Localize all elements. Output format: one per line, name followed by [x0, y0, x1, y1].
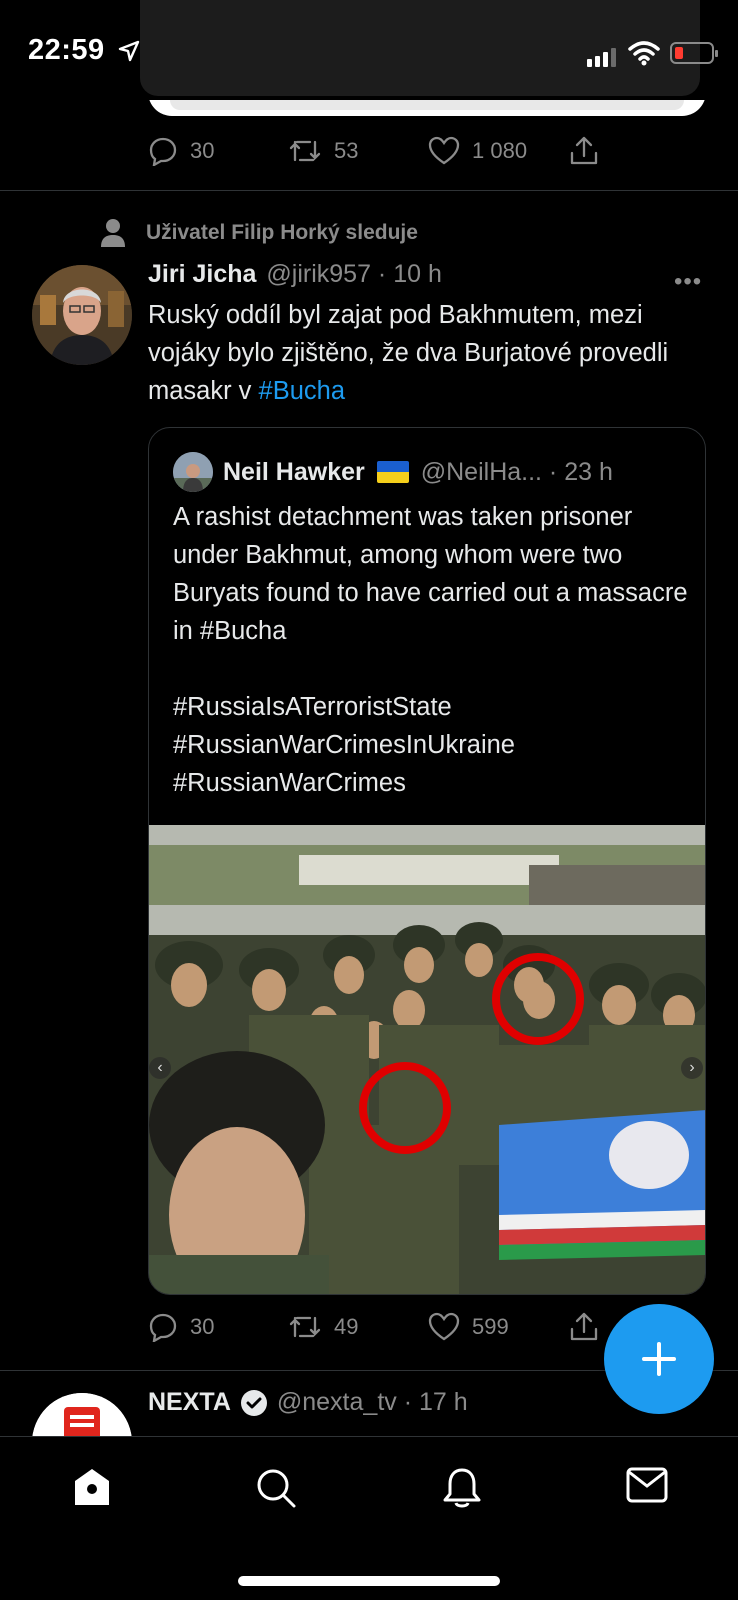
divider [0, 190, 738, 191]
retweet-count: 49 [334, 1314, 359, 1339]
tweet-text: Ruský oddíl byl zajat pod Bakhmutem, mez… [148, 296, 718, 410]
social-context-text: Uživatel Filip Horký sleduje [146, 221, 418, 244]
quoted-avatar [173, 452, 213, 492]
carousel-next-button[interactable]: › [681, 1057, 703, 1079]
status-bar: 22:59 [0, 0, 738, 100]
like-count: 1 080 [472, 138, 528, 163]
heart-icon [428, 1312, 460, 1341]
quoted-tweet[interactable]: Neil Hawker @NeilHa... · 23 h A rashist … [148, 427, 706, 1295]
next-tweet-header: NEXTA @nexta_tv · 17 h [148, 1388, 468, 1417]
social-context[interactable]: Uživatel Filip Horký sleduje [100, 218, 418, 248]
soldiers-photo [149, 825, 705, 1294]
avatar[interactable] [32, 265, 132, 365]
avatar-photo [32, 265, 132, 365]
reply-button[interactable]: 30 [148, 1312, 288, 1342]
quoted-tweet-text: A rashist detachment was taken prisoner … [173, 503, 688, 797]
share-button[interactable] [568, 135, 612, 167]
status-time: 22:59 [28, 34, 105, 66]
person-icon [101, 219, 125, 247]
wifi-icon [628, 41, 660, 66]
cellular-signal-icon [587, 48, 616, 67]
heart-icon [428, 136, 460, 165]
like-button[interactable]: 1 080 [428, 136, 568, 166]
retweet-count: 53 [334, 138, 359, 163]
previous-tweet-actions: 30 53 1 080 [148, 131, 612, 171]
more-options-icon[interactable]: ••• [674, 268, 702, 296]
like-button[interactable]: 599 [428, 1312, 568, 1342]
reply-count: 30 [190, 1314, 215, 1339]
status-background [140, 0, 700, 96]
tweet-actions: 30 49 599 [148, 1307, 612, 1347]
ukraine-flag-icon [376, 461, 409, 483]
reply-icon [149, 1313, 177, 1342]
quoted-handle-time: @NeilHa... · 23 h [420, 457, 613, 486]
retweet-button[interactable]: 53 [288, 136, 428, 166]
like-count: 599 [472, 1314, 509, 1339]
reply-icon [149, 137, 177, 166]
retweet-icon [289, 140, 321, 162]
quoted-author-name: Neil Hawker [223, 457, 365, 486]
mail-icon[interactable] [626, 1467, 668, 1503]
quoted-tweet-header: Neil Hawker @NeilHa... · 23 h [173, 452, 613, 492]
home-indicator [238, 1576, 500, 1586]
share-icon [570, 136, 598, 165]
location-arrow-icon [118, 40, 140, 62]
tweet-photo[interactable]: ‹ › [149, 825, 705, 1294]
author-name[interactable]: Jiri Jicha [148, 260, 256, 289]
share-icon [570, 1312, 598, 1341]
bell-icon[interactable] [442, 1467, 482, 1509]
author-handle-time[interactable]: @jirik957 · 10 h [266, 260, 441, 289]
hashtag-link[interactable]: #Bucha [259, 377, 346, 405]
home-icon[interactable] [72, 1467, 112, 1507]
verified-badge-icon [240, 1389, 267, 1416]
retweet-icon [289, 1316, 321, 1338]
next-author-name[interactable]: NEXTA [148, 1388, 231, 1417]
reply-count: 30 [190, 138, 215, 163]
next-handle-time[interactable]: @nexta_tv · 17 h [277, 1388, 468, 1417]
tweet-header: Jiri Jicha @jirik957 · 10 h [148, 260, 442, 289]
compose-button[interactable] [604, 1304, 714, 1414]
battery-icon [670, 42, 718, 64]
retweet-button[interactable]: 49 [288, 1312, 428, 1342]
search-icon[interactable] [255, 1467, 297, 1509]
reply-button[interactable]: 30 [148, 136, 288, 166]
share-button[interactable] [568, 1311, 612, 1343]
tweet-text-body: Ruský oddíl byl zajat pod Bakhmutem, mez… [148, 301, 669, 405]
carousel-prev-button[interactable]: ‹ [149, 1057, 171, 1079]
